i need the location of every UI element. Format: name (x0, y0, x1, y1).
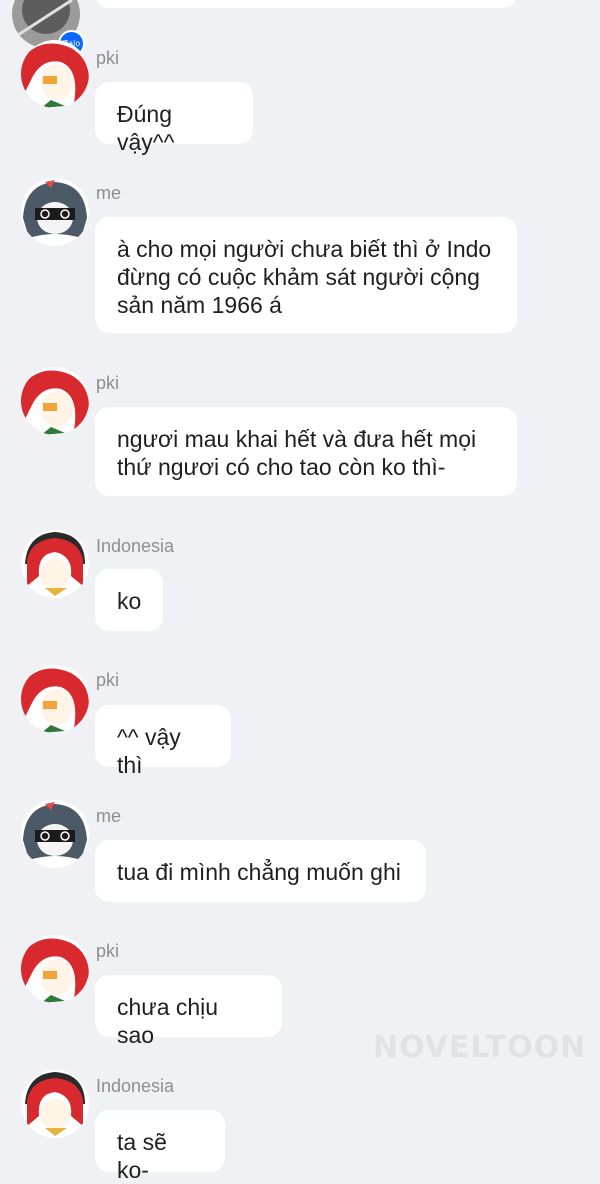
avatar-pki[interactable] (21, 367, 89, 435)
message-bubble[interactable]: ^^ vậy thì (95, 705, 231, 778)
previous-message-bubble (95, 0, 517, 8)
message-text: ta sẽ ko- (117, 1129, 167, 1183)
sender-name: Indonesia (96, 1076, 175, 1096)
message-text: chưa chịu sao (117, 994, 219, 1048)
sender-name: me (96, 183, 122, 203)
message-bubble[interactable]: tua đi mình chẳng muốn ghi (95, 840, 426, 902)
message-bubble[interactable]: Đúng vậy^^ (95, 82, 253, 155)
avatar-indonesia[interactable] (21, 1070, 89, 1138)
sender-name: pki (96, 373, 120, 393)
message-text: à cho mọi người chưa biết thì ở Indo đừn… (117, 236, 492, 318)
message-text: tua đi mình chẳng muốn ghi (117, 859, 401, 885)
message-text: Đúng vậy^^ (117, 101, 175, 155)
sender-name: pki (96, 670, 120, 690)
sender-name: pki (96, 941, 120, 961)
message-text: ko (117, 588, 142, 614)
sender-name: pki (96, 48, 120, 68)
noveltoon-watermark: NOVELTOON (373, 1030, 587, 1065)
message-text: ngươi mau khai hết và đưa hết mọi thứ ng… (117, 426, 477, 480)
sender-name: Indonesia (96, 536, 175, 556)
avatar-pki[interactable] (21, 935, 89, 1003)
message-bubble[interactable]: ngươi mau khai hết và đưa hết mọi thứ ng… (95, 407, 517, 496)
avatar-pki[interactable] (21, 665, 89, 733)
message-bubble[interactable]: à cho mọi người chưa biết thì ở Indo đừn… (95, 217, 517, 333)
avatar-me[interactable] (21, 800, 89, 868)
message-text: ^^ vậy thì (117, 724, 181, 778)
sender-name: me (96, 806, 122, 826)
message-bubble[interactable]: ta sẽ ko- (95, 1110, 225, 1183)
avatar-indonesia[interactable] (21, 530, 89, 598)
message-bubble[interactable]: ko (95, 569, 163, 631)
avatar-pki[interactable] (21, 40, 89, 108)
avatar-me[interactable] (21, 178, 89, 246)
message-bubble[interactable]: chưa chịu sao (95, 975, 282, 1048)
